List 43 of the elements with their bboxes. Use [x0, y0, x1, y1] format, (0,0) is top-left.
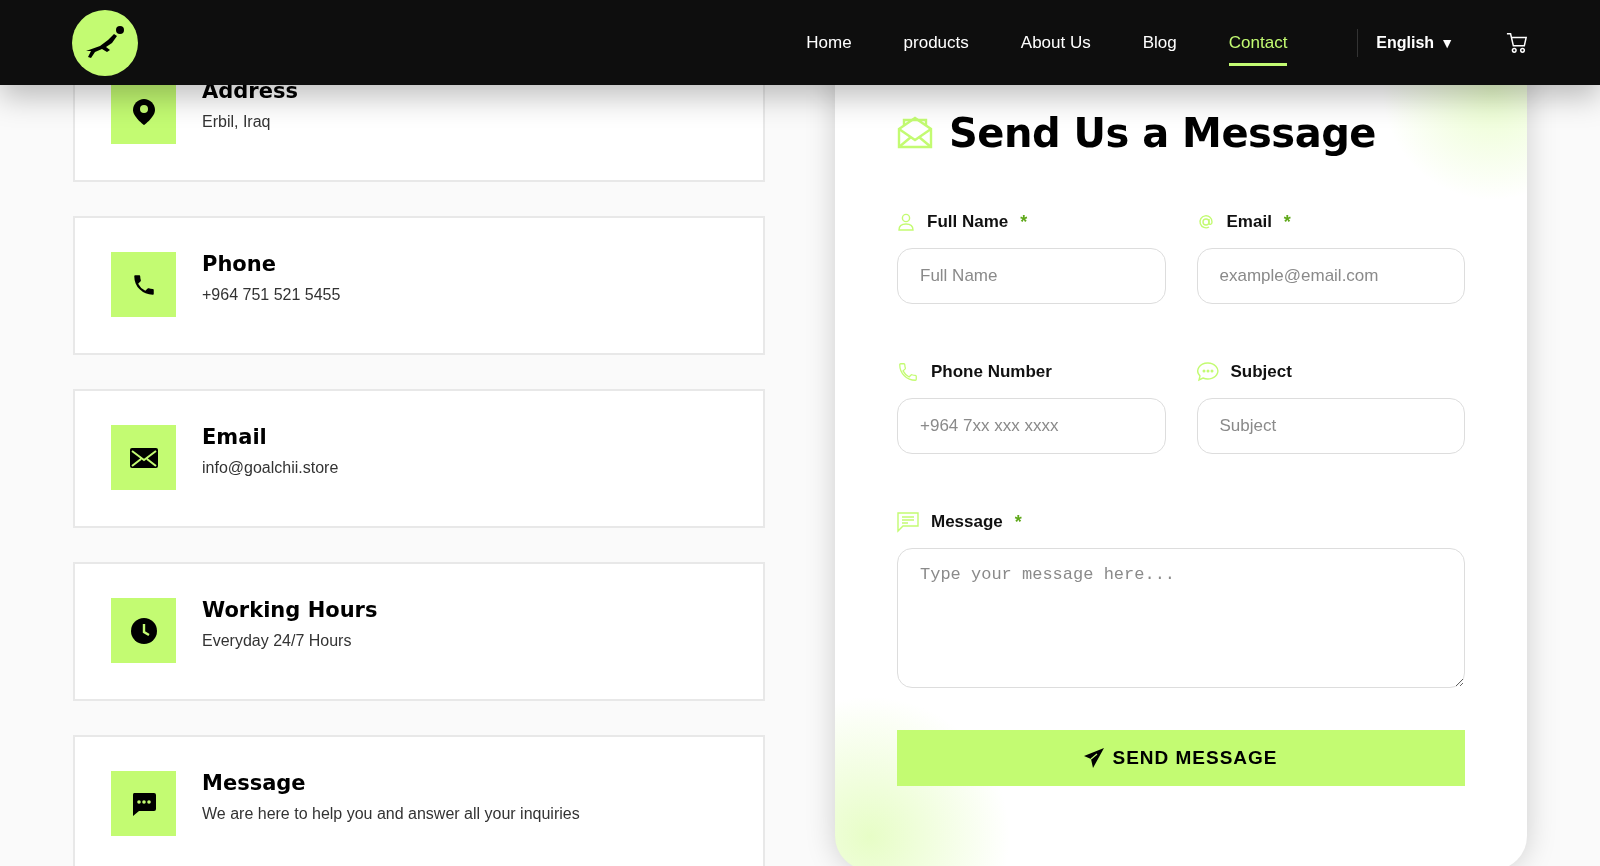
field-label: Email	[1226, 212, 1272, 232]
required-mark: *	[1283, 211, 1291, 233]
caret-icon: ▼	[1440, 34, 1454, 51]
message-icon	[897, 511, 919, 533]
person-icon	[897, 213, 915, 231]
card-value: Everyday 24/7 Hours	[202, 632, 353, 650]
phone-icon	[897, 361, 919, 383]
chat-bubble-icon	[130, 790, 157, 817]
clock-icon	[130, 617, 157, 644]
card-value: info@goalchii.store	[202, 459, 339, 477]
card-value: We are here to help you and answer all your inquiries	[202, 805, 580, 823]
input-field[interactable]: Subject	[1196, 398, 1465, 454]
nav-link[interactable]: products	[903, 22, 969, 66]
field-label: Phone Number	[931, 362, 1052, 382]
card-title: Working Hours	[202, 598, 378, 622]
card-title: Message	[202, 771, 307, 795]
envelope-icon	[129, 447, 158, 468]
card-title: Email	[202, 425, 268, 449]
at-sign-icon	[1196, 213, 1215, 231]
field-label: Full Name	[927, 212, 1009, 232]
nav-link[interactable]: Home	[806, 22, 852, 66]
form-title: Send Us a Message	[949, 110, 1376, 156]
send-message-button[interactable]: SEND MESSAGE	[897, 730, 1465, 786]
input-field[interactable]: +964 7xx xxx xxxx	[897, 398, 1166, 454]
nav-link[interactable]: About Us	[1020, 22, 1091, 66]
input-field[interactable]: Full Name	[897, 248, 1166, 304]
language-selector[interactable]: English ▼	[1376, 33, 1454, 52]
shopping-cart-icon[interactable]	[1506, 31, 1528, 54]
card-title: Phone	[202, 252, 277, 276]
nav-link[interactable]: Blog	[1142, 22, 1177, 66]
nav-link[interactable]: Contact	[1228, 22, 1288, 66]
card-value: +964 751 521 5455	[202, 286, 341, 304]
required-mark: *	[1014, 511, 1022, 533]
input-field[interactable]: example@email.com	[1196, 248, 1465, 304]
location-pin-icon	[132, 98, 155, 125]
field-label: Subject	[1230, 362, 1292, 382]
envelope-icon	[897, 115, 933, 151]
field-label: Message	[931, 512, 1003, 532]
paper-plane-icon	[1084, 748, 1105, 768]
message-field[interactable]: Type your message here...	[897, 548, 1465, 688]
speech-bubble-icon	[1196, 362, 1219, 382]
required-mark: *	[1020, 211, 1028, 233]
card-value: Erbil, Iraq	[202, 113, 272, 131]
